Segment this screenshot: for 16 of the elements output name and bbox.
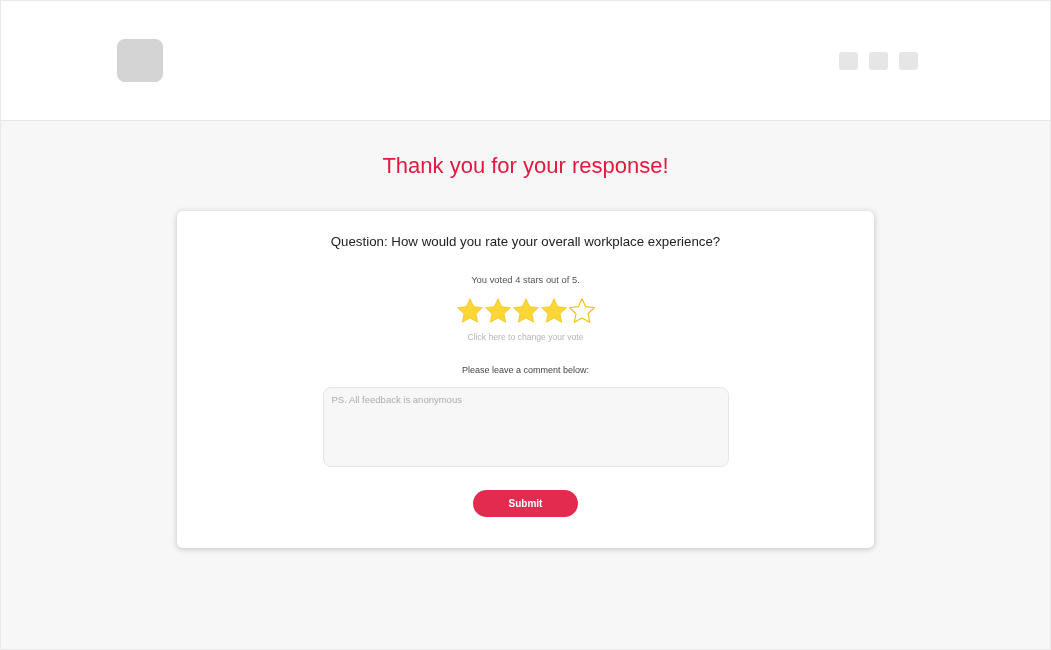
star-icon[interactable] [540,298,567,323]
logo-placeholder [117,39,163,82]
page-title: Thank you for your response! [382,152,669,180]
star-icon[interactable] [512,298,539,323]
star-icon[interactable] [456,298,483,323]
square-icon[interactable] [839,51,858,70]
submit-button[interactable]: Submit [473,490,578,517]
star-outline-icon[interactable] [568,298,595,323]
square-icon[interactable] [899,51,918,70]
comment-label: Please leave a comment below: [461,364,590,377]
question-text: Question: How would you rate your overall workplace experience? [330,233,721,251]
star-rating[interactable] [456,298,595,323]
vote-summary: You voted 4 stars out of 5. [471,273,580,286]
square-icon[interactable] [869,51,888,70]
comment-field[interactable]: PS. All feedback is anonymous [322,387,729,467]
star-icon[interactable] [484,298,511,323]
